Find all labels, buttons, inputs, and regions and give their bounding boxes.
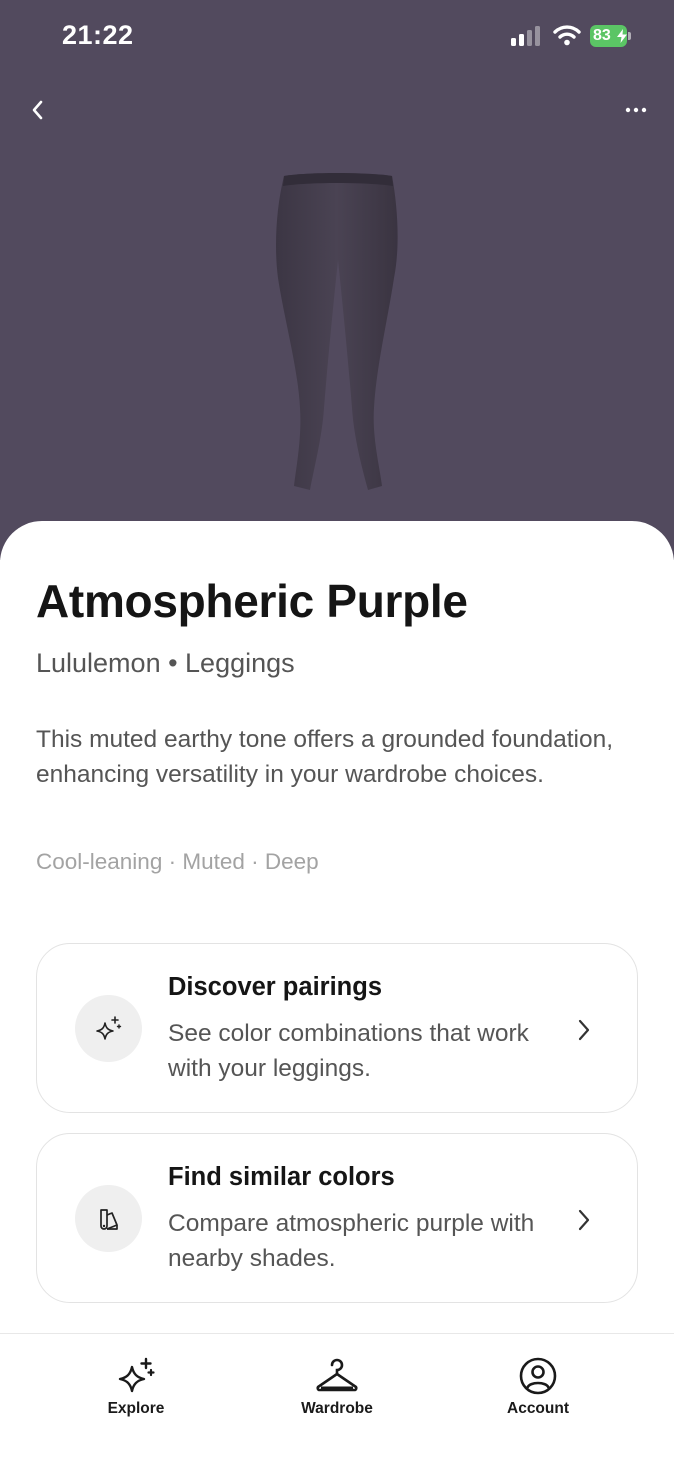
bolt-icon [617, 29, 627, 43]
battery-icon: 83 [590, 25, 631, 47]
tab-account[interactable]: Account [463, 1352, 613, 1422]
swatch-icon [99, 1208, 118, 1230]
product-title: Atmospheric Purple [36, 575, 468, 627]
signal-icon [511, 26, 540, 46]
find-similar-colors-card[interactable]: Find similar colors Compare atmospheric … [36, 1133, 638, 1303]
card-title: Discover pairings [168, 973, 382, 1001]
wifi-icon [553, 25, 581, 46]
product-info-sheet: Atmospheric Purple Lululemon • Leggings … [0, 521, 674, 1333]
color-attributes: Cool-leaning · Muted · Deep [36, 849, 319, 874]
chevron-left-icon [32, 100, 43, 120]
more-horizontal-icon [625, 107, 647, 113]
status-bar: 21:22 83 [0, 0, 674, 72]
user-circle-icon [519, 1357, 557, 1395]
tab-wardrobe[interactable]: Wardrobe [262, 1352, 412, 1422]
chevron-right-icon [578, 1209, 590, 1231]
hanger-icon [316, 1358, 358, 1392]
tab-explore[interactable]: Explore [61, 1352, 211, 1422]
card-title: Find similar colors [168, 1163, 395, 1191]
card-description: See color combinations that work with yo… [168, 1020, 529, 1082]
back-button[interactable] [20, 92, 56, 128]
product-brand-category: Lululemon • Leggings [36, 648, 295, 678]
sparkle-icon [95, 1015, 121, 1040]
product-description: This muted earthy tone offers a grounded… [36, 726, 614, 788]
leggings-image [276, 173, 398, 490]
card-description: Compare atmospheric purple with nearby s… [168, 1210, 535, 1272]
tab-label: Wardrobe [301, 1400, 373, 1417]
status-time: 21:22 [62, 20, 134, 50]
hero-section: 21:22 83 [0, 0, 674, 560]
battery-level: 83 [593, 27, 611, 44]
card-icon-container [75, 1185, 142, 1252]
tab-label: Account [507, 1400, 569, 1417]
product-detail-screen: 21:22 83 Atmospheric Purple Lululemon • … [0, 0, 674, 1464]
card-icon-container [75, 995, 142, 1062]
discover-pairings-card[interactable]: Discover pairings See color combinations… [36, 943, 638, 1113]
more-options-button[interactable] [616, 94, 656, 126]
tab-label: Explore [107, 1400, 165, 1417]
chevron-right-icon [578, 1019, 590, 1041]
sparkles-icon [118, 1357, 155, 1393]
bottom-tab-bar: Explore Wardrobe Account [0, 1333, 674, 1464]
